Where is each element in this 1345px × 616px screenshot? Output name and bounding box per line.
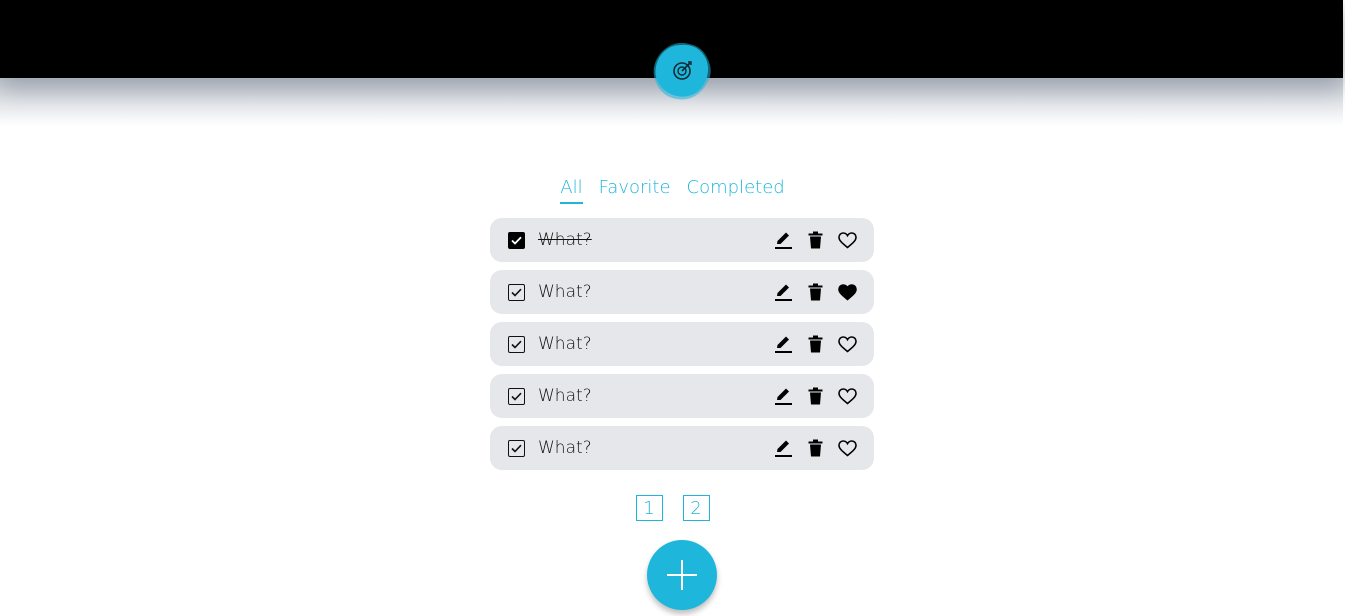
trash-icon bbox=[808, 231, 823, 249]
edit-button[interactable] bbox=[774, 438, 793, 458]
todo-item: What? bbox=[490, 374, 874, 418]
heart-icon bbox=[838, 231, 857, 249]
edit-button[interactable] bbox=[774, 282, 793, 302]
checkmark-icon bbox=[511, 340, 522, 349]
completed-checkbox[interactable] bbox=[508, 440, 525, 457]
todo-list: What? What? What? What? What? bbox=[490, 218, 874, 478]
todo-text: What? bbox=[538, 282, 592, 302]
trash-icon bbox=[808, 439, 823, 457]
favorite-button[interactable] bbox=[838, 282, 857, 302]
heart-icon bbox=[838, 335, 857, 353]
todo-item: What? bbox=[490, 322, 874, 366]
todo-text: What? bbox=[538, 386, 592, 406]
delete-button[interactable] bbox=[806, 282, 825, 302]
favorite-button[interactable] bbox=[838, 230, 857, 250]
filter-tabs: All Favorite Completed bbox=[0, 176, 1345, 204]
completed-checkbox[interactable] bbox=[508, 232, 525, 249]
todo-actions bbox=[774, 282, 857, 302]
delete-button[interactable] bbox=[806, 334, 825, 354]
checkmark-icon bbox=[511, 236, 522, 245]
edit-button[interactable] bbox=[774, 230, 793, 250]
page-1-button[interactable]: 1 bbox=[635, 495, 663, 521]
checkmark-icon bbox=[511, 288, 522, 297]
todo-text: What? bbox=[538, 230, 592, 250]
tab-all[interactable]: All bbox=[560, 176, 583, 204]
todo-actions bbox=[774, 334, 857, 354]
checkmark-icon bbox=[511, 392, 522, 401]
heart-icon bbox=[838, 439, 857, 457]
add-todo-button[interactable] bbox=[647, 540, 717, 610]
edit-button[interactable] bbox=[774, 386, 793, 406]
completed-checkbox[interactable] bbox=[508, 336, 525, 353]
edit-icon bbox=[775, 388, 792, 405]
tab-completed[interactable]: Completed bbox=[687, 176, 785, 204]
edit-button[interactable] bbox=[774, 334, 793, 354]
todo-actions bbox=[774, 438, 857, 458]
delete-button[interactable] bbox=[806, 386, 825, 406]
completed-checkbox[interactable] bbox=[508, 284, 525, 301]
heart-icon bbox=[838, 387, 857, 405]
edit-icon bbox=[775, 232, 792, 249]
edit-icon bbox=[775, 336, 792, 353]
pagination: 1 2 bbox=[0, 495, 1345, 521]
todo-actions bbox=[774, 230, 857, 250]
todo-item: What? bbox=[490, 426, 874, 470]
delete-button[interactable] bbox=[806, 230, 825, 250]
page-2-button[interactable]: 2 bbox=[682, 495, 710, 521]
completed-checkbox[interactable] bbox=[508, 388, 525, 405]
favorite-button[interactable] bbox=[838, 386, 857, 406]
edit-icon bbox=[775, 440, 792, 457]
todo-item: What? bbox=[490, 218, 874, 262]
todo-item: What? bbox=[490, 270, 874, 314]
app-logo bbox=[652, 41, 712, 101]
heart-filled-icon bbox=[838, 283, 857, 301]
trash-icon bbox=[808, 387, 823, 405]
favorite-button[interactable] bbox=[838, 438, 857, 458]
target-icon bbox=[653, 42, 711, 100]
trash-icon bbox=[808, 283, 823, 301]
trash-icon bbox=[808, 335, 823, 353]
todo-text: What? bbox=[538, 438, 592, 458]
checkmark-icon bbox=[511, 444, 522, 453]
delete-button[interactable] bbox=[806, 438, 825, 458]
tab-favorite[interactable]: Favorite bbox=[599, 176, 671, 204]
todo-actions bbox=[774, 386, 857, 406]
edit-icon bbox=[775, 284, 792, 301]
favorite-button[interactable] bbox=[838, 334, 857, 354]
plus-icon bbox=[667, 560, 697, 590]
todo-text: What? bbox=[538, 334, 592, 354]
